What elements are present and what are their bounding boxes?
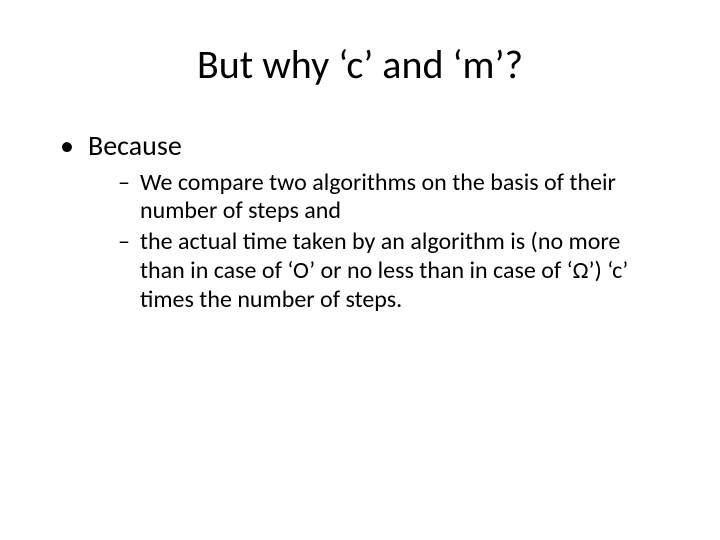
bullet-item: Because We compare two algorithms on the… [60,129,670,315]
slide-title: But why ‘c’ and ‘m’? [50,40,670,89]
slide: But why ‘c’ and ‘m’? Because We compare … [0,0,720,540]
sub-bullet-text: the actual time taken by an algorithm is… [140,227,628,314]
sub-bullet-item: We compare two algorithms on the basis o… [118,169,670,227]
sub-bullet-text: We compare two algorithms on the basis o… [140,168,616,226]
sub-bullet-item: the actual time taken by an algorithm is… [118,228,670,314]
bullet-text: Because [88,128,182,163]
slide-content: Because We compare two algorithms on the… [50,129,670,315]
bullet-list-level1: Because We compare two algorithms on the… [60,129,670,315]
bullet-list-level2: We compare two algorithms on the basis o… [118,169,670,315]
